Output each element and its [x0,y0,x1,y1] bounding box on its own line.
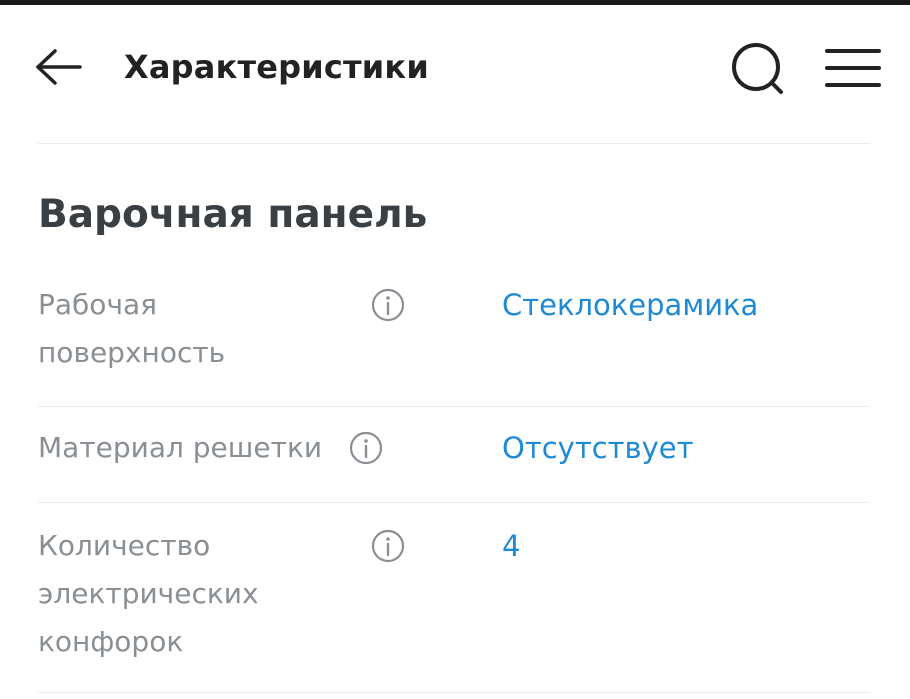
info-icon[interactable] [371,529,405,563]
row-divider [38,502,870,503]
spec-row-work-surface: Рабочая поверхность Стеклокерамика [38,281,870,381]
app-header: Характеристики [0,5,910,125]
spec-row-grate-material: Материал решетки Отсутствует [38,424,870,484]
search-icon [732,43,783,94]
spec-label-line: Рабочая [38,288,157,321]
spec-value-link[interactable]: 4 [502,522,520,570]
page-title: Характеристики [124,48,429,86]
spec-label-line: поверхность [38,336,226,369]
row-divider [38,692,870,693]
arrow-left-icon [36,49,82,85]
header-divider [38,143,870,144]
row-divider [38,406,870,407]
section-title: Варочная панель [38,192,428,237]
spec-row-burner-count: Количество электрических конфорок 4 [38,522,870,672]
spec-value-link[interactable]: Отсутствует [502,424,694,472]
spec-value-link[interactable]: Стеклокерамика [502,281,758,329]
back-button[interactable] [28,45,88,89]
spec-label: Материал решетки [38,424,378,472]
spec-label: Рабочая поверхность [38,281,358,377]
spec-label-line: конфорок [38,625,184,658]
spec-label-line: Количество [38,529,211,562]
info-icon[interactable] [349,431,383,465]
search-button[interactable] [726,41,788,97]
spec-label-line: Материал решетки [38,431,323,464]
spec-label-line: электрических [38,577,259,610]
spec-label: Количество электрических конфорок [38,522,358,666]
info-icon[interactable] [371,288,405,322]
menu-button[interactable] [822,43,884,93]
hamburger-menu-icon [825,49,881,87]
